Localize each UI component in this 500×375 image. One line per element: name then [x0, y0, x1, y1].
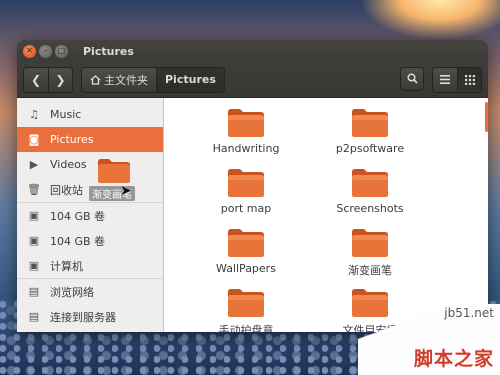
- watermark: jb51.net 脚本之家: [358, 304, 500, 375]
- music-icon: ♫: [29, 108, 39, 121]
- folder-name: port map: [220, 202, 272, 215]
- computer-icon: ▣: [28, 259, 40, 272]
- breadcrumb-home[interactable]: 主文件夹: [82, 67, 156, 92]
- toolbar-right: [396, 66, 482, 93]
- sidebar-item-label: 浏览网络: [50, 285, 94, 299]
- search-icon: [406, 73, 418, 84]
- scrollbar[interactable]: [485, 102, 488, 132]
- sidebar-item-pictures[interactable]: ◙ Pictures: [17, 127, 163, 152]
- grid-view-icon: [464, 74, 475, 85]
- folder-item[interactable]: WallPapers: [184, 226, 308, 280]
- sidebar-item-label: 104 GB 卷: [50, 209, 106, 223]
- folder-item[interactable]: 渐变画笔: [308, 226, 432, 280]
- sidebar-item-label: 计算机: [50, 259, 83, 273]
- folder-name: WallPapers: [216, 262, 276, 275]
- minimize-icon: –: [43, 46, 48, 55]
- breadcrumb-pictures[interactable]: Pictures: [156, 67, 224, 92]
- folder-name: Handwriting: [212, 142, 280, 155]
- folder-icon: [228, 289, 264, 317]
- sidebar-item-computer[interactable]: ▣ 计算机: [17, 253, 163, 278]
- sidebar-item-music[interactable]: ♫ Music: [17, 102, 163, 127]
- back-button[interactable]: ❮: [24, 67, 48, 92]
- list-view-button[interactable]: [433, 67, 457, 92]
- dragged-folder-icon[interactable]: [97, 156, 131, 184]
- folder-item[interactable]: p2psoftware: [308, 106, 432, 160]
- chevron-right-icon: ❯: [55, 72, 66, 87]
- toolbar: ❮ ❯ 主文件夹 Pictures: [17, 62, 488, 98]
- folder-name: p2psoftware: [335, 142, 405, 155]
- folder-name: 渐变画笔: [348, 264, 392, 277]
- folder-item[interactable]: Screenshots: [308, 166, 432, 220]
- close-window-button[interactable]: ✕: [23, 44, 36, 58]
- sidebar: ♫ Music ◙ Pictures ▶ Videos 🗑 回收站 ▣ 104 …: [17, 98, 164, 332]
- folder-item[interactable]: Handwriting: [184, 106, 308, 160]
- file-grid: Handwriting p2psoftware port map Screenshot…: [184, 106, 432, 332]
- watermark-site: jb51.net: [444, 306, 494, 320]
- trash-icon: 🗑: [27, 183, 41, 196]
- sidebar-item-label: 104 GB 卷: [50, 234, 106, 248]
- maximize-window-button[interactable]: □: [55, 44, 68, 58]
- breadcrumb-pictures-label: Pictures: [165, 73, 216, 86]
- drive-icon: ▣: [28, 209, 40, 222]
- mouse-cursor-icon: ➤: [120, 183, 132, 199]
- content-area: ♫ Music ◙ Pictures ▶ Videos 🗑 回收站 ▣ 104 …: [17, 98, 488, 332]
- folder-item[interactable]: port map: [184, 166, 308, 220]
- search-button[interactable]: [400, 66, 424, 91]
- breadcrumb: 主文件夹 Pictures: [81, 66, 225, 93]
- camera-icon: ◙: [28, 133, 40, 146]
- grid-view-button[interactable]: [457, 67, 481, 92]
- breadcrumb-home-label: 主文件夹: [104, 73, 148, 87]
- sidebar-item-volume-1[interactable]: ▣ 104 GB 卷: [17, 203, 163, 228]
- drive-icon: ▣: [28, 234, 40, 247]
- minimize-window-button[interactable]: –: [39, 44, 52, 58]
- sidebar-item-browse-network[interactable]: ▤ 浏览网络: [17, 279, 163, 304]
- list-view-icon: [440, 75, 450, 84]
- forward-button[interactable]: ❯: [48, 67, 72, 92]
- server-icon: ▤: [28, 310, 40, 323]
- wallpaper-sun: [360, 0, 500, 40]
- folder-icon: [228, 229, 264, 257]
- view-toggle-group: [432, 66, 482, 93]
- navigation-group: ❮ ❯: [23, 66, 73, 93]
- folder-icon: [228, 169, 264, 197]
- folder-icon: [352, 229, 388, 257]
- title-bar: ✕ – □ Pictures: [17, 40, 488, 62]
- file-manager-window: ✕ – □ Pictures ❮ ❯ 主文件夹 Pictures ♫ Music…: [17, 40, 488, 332]
- close-icon: ✕: [26, 46, 33, 55]
- folder-icon: [352, 109, 388, 137]
- sidebar-item-label: 连接到服务器: [50, 310, 116, 324]
- folder-item[interactable]: 手动护盘意: [184, 286, 308, 332]
- network-icon: ▤: [28, 285, 40, 298]
- sidebar-item-label: Music: [50, 108, 82, 121]
- chevron-left-icon: ❮: [30, 72, 42, 87]
- folder-name: 手动护盘意: [218, 324, 274, 332]
- folder-name: Screenshots: [336, 202, 404, 215]
- sidebar-item-videos[interactable]: ▶ Videos: [17, 152, 163, 177]
- sidebar-item-label: Videos: [50, 158, 87, 171]
- home-icon: [90, 74, 101, 85]
- window-title: Pictures: [83, 44, 134, 58]
- sidebar-item-connect-server[interactable]: ▤ 连接到服务器: [17, 304, 163, 329]
- video-icon: ▶: [29, 158, 39, 171]
- sidebar-item-volume-2[interactable]: ▣ 104 GB 卷: [17, 228, 163, 253]
- folder-icon: [228, 109, 264, 137]
- sidebar-item-label: 回收站: [50, 183, 83, 197]
- folder-icon: [352, 169, 388, 197]
- maximize-icon: □: [57, 46, 66, 55]
- watermark-brand: 脚本之家: [413, 348, 494, 370]
- sidebar-item-label: Pictures: [50, 133, 94, 146]
- file-grid-area: Handwriting p2psoftware port map Screenshot…: [164, 98, 488, 332]
